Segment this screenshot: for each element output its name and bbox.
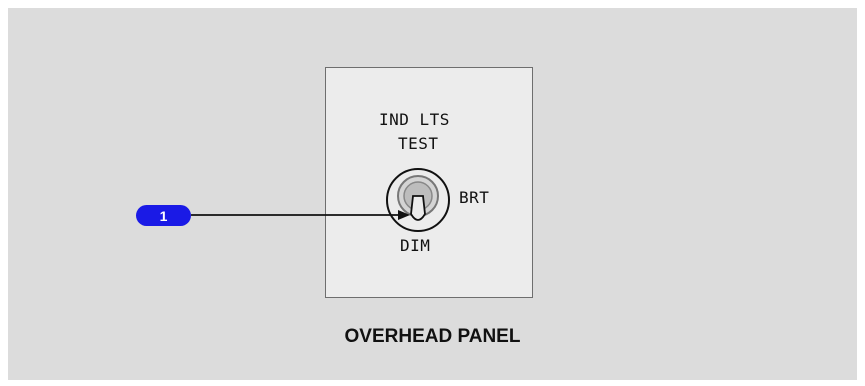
toggle-switch-lever[interactable] xyxy=(410,195,426,221)
diagram-caption: OVERHEAD PANEL xyxy=(344,326,521,347)
callout-number: 1 xyxy=(159,207,168,224)
callout-badge-1: 1 xyxy=(136,205,191,226)
